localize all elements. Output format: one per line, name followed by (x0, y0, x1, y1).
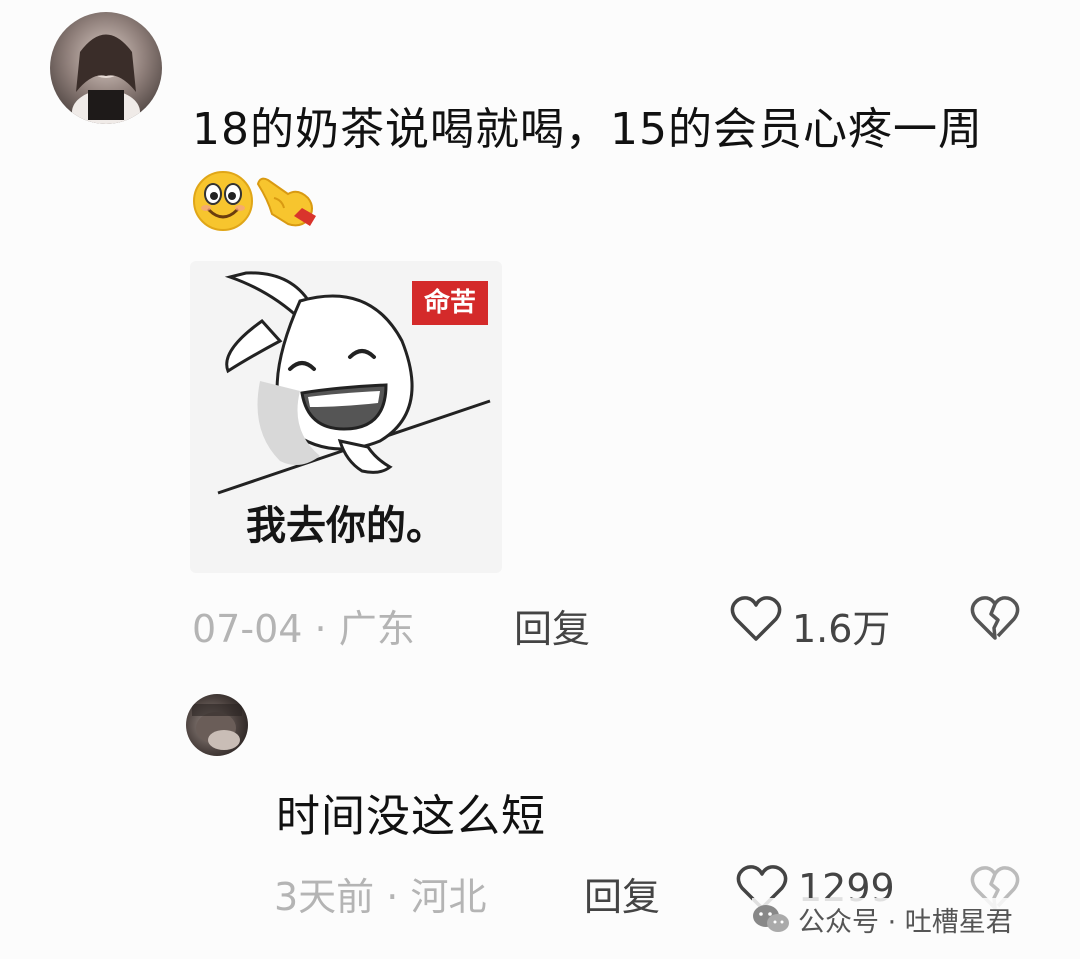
reply-meta: 3天前 · 河北 (274, 866, 486, 921)
sticker-badge: 命苦 (412, 281, 488, 325)
comment-thread: 18的奶茶说喝就喝，15的会员心疼一周 命苦 我去你的。 07-04 · 广东 … (0, 0, 1080, 959)
reply-reply-button[interactable]: 回复 (584, 866, 660, 921)
smiling-face-emoji (192, 170, 254, 256)
comment-location: 广东 (338, 607, 415, 651)
like-count: 1.6万 (792, 607, 891, 651)
comment-body: 18的奶茶说喝就喝，15的会员心疼一周 (192, 92, 1032, 256)
comment-text: 18的奶茶说喝就喝，15的会员心疼一周 (192, 104, 983, 155)
heart-icon (730, 596, 782, 641)
meta-separator: · (386, 875, 399, 919)
like-button[interactable] (730, 595, 782, 647)
reply-text: 时间没这么短 (276, 791, 546, 842)
commenter-avatar[interactable] (50, 12, 162, 124)
comment-date: 07-04 (192, 607, 303, 651)
broken-heart-icon (970, 596, 1020, 640)
pointing-hand-emoji (254, 170, 320, 256)
reply-button[interactable]: 回复 (514, 598, 590, 653)
dislike-button[interactable] (970, 596, 1020, 646)
comment-sticker-image[interactable]: 命苦 我去你的。 (190, 261, 502, 573)
reply-location: 河北 (410, 875, 487, 919)
watermark: 公众号 · 吐槽星君 (752, 898, 1019, 940)
replier-avatar[interactable] (186, 694, 248, 756)
sticker-caption: 我去你的。 (246, 503, 446, 549)
wechat-icon (753, 905, 789, 932)
comment-meta: 07-04 · 广东 (192, 598, 415, 653)
reply-date: 3天前 (274, 875, 375, 919)
meta-separator: · (314, 607, 327, 651)
watermark-text: 公众号 · 吐槽星君 (798, 906, 1013, 938)
